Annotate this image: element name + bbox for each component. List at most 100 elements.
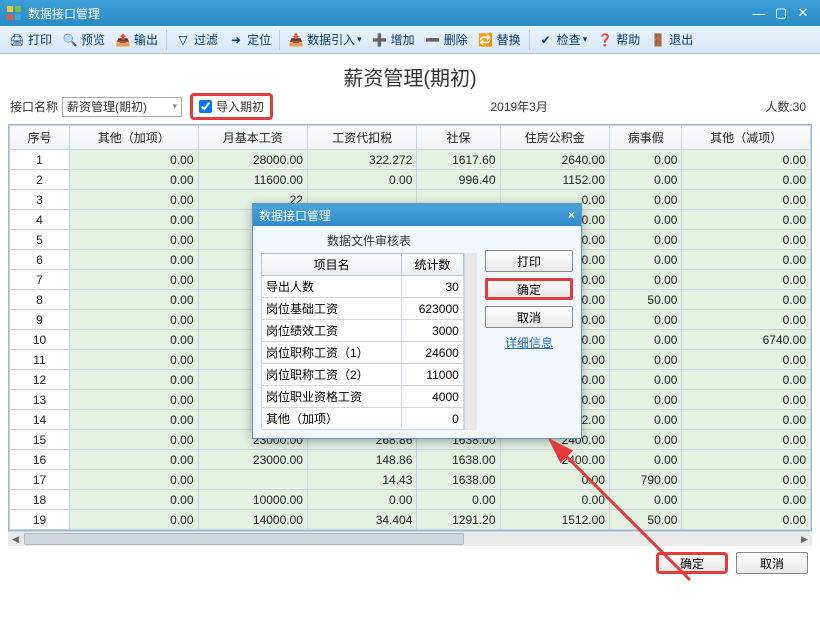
cell[interactable]: 0.00 [609, 450, 681, 470]
cell[interactable]: 0.00 [682, 510, 811, 530]
cell[interactable]: 0.00 [682, 290, 811, 310]
cell[interactable]: 0.00 [70, 270, 199, 290]
col-header[interactable]: 工资代扣税 [307, 126, 416, 150]
cell[interactable]: 0.00 [609, 250, 681, 270]
cell[interactable]: 0.00 [609, 430, 681, 450]
cell[interactable]: 50.00 [609, 290, 681, 310]
cell[interactable]: 28000.00 [198, 150, 307, 170]
cell[interactable]: 50.00 [609, 510, 681, 530]
footer-cancel-button[interactable]: 取消 [736, 552, 808, 574]
close-button[interactable]: ✕ [792, 4, 814, 22]
dialog-print-button[interactable]: 打印 [485, 250, 573, 272]
cell[interactable]: 0.00 [682, 450, 811, 470]
locate-button[interactable]: ➜定位 [223, 28, 276, 52]
cell[interactable]: 0.00 [609, 210, 681, 230]
col-header[interactable]: 其他（加项） [70, 126, 199, 150]
cell[interactable]: 0.00 [70, 150, 199, 170]
cell[interactable]: 0.00 [70, 330, 199, 350]
cell[interactable]: 10 [10, 330, 70, 350]
cell[interactable]: 1 [10, 150, 70, 170]
scroll-left-button[interactable]: ◀ [8, 532, 23, 547]
col-header[interactable]: 病事假 [609, 126, 681, 150]
cell[interactable]: 0.00 [682, 210, 811, 230]
scroll-right-button[interactable]: ▶ [797, 532, 812, 547]
cell[interactable]: 0.00 [609, 170, 681, 190]
cell[interactable]: 0.00 [500, 490, 609, 510]
dialog-close-button[interactable]: × [568, 208, 575, 222]
dialog-scrollbar[interactable] [464, 253, 477, 430]
cell[interactable]: 0.00 [609, 390, 681, 410]
cell[interactable]: 14 [10, 410, 70, 430]
cell[interactable]: 0.00 [682, 310, 811, 330]
cell[interactable]: 0.00 [682, 410, 811, 430]
cell[interactable]: 9 [10, 310, 70, 330]
cell[interactable]: 0.00 [682, 490, 811, 510]
cell[interactable]: 0.00 [682, 370, 811, 390]
import-initial-checkbox[interactable]: 导入期初 [190, 93, 273, 120]
cell[interactable]: 0.00 [70, 230, 199, 250]
print-button[interactable]: 🖨打印 [4, 28, 57, 52]
cell[interactable]: 0.00 [682, 430, 811, 450]
col-header[interactable]: 月基本工资 [198, 126, 307, 150]
cell[interactable]: 790.00 [609, 470, 681, 490]
cell[interactable]: 1638.00 [417, 470, 500, 490]
cell[interactable]: 1512.00 [500, 510, 609, 530]
cell[interactable]: 0.00 [682, 250, 811, 270]
add-button[interactable]: ➕增加 [367, 28, 420, 52]
cell[interactable]: 17 [10, 470, 70, 490]
cell[interactable]: 0.00 [70, 490, 199, 510]
footer-ok-button[interactable]: 确定 [656, 552, 728, 574]
horizontal-scrollbar[interactable]: ◀ ▶ [8, 531, 812, 546]
table-row[interactable]: 20.0011600.000.00996.401152.000.000.00 [10, 170, 811, 190]
dialog-cancel-button[interactable]: 取消 [485, 306, 573, 328]
preview-button[interactable]: 🔍预览 [57, 28, 110, 52]
cell[interactable]: 0.00 [70, 430, 199, 450]
cell[interactable]: 0.00 [609, 370, 681, 390]
table-row[interactable]: 190.0014000.0034.4041291.201512.0050.000… [10, 510, 811, 530]
scroll-thumb[interactable] [24, 533, 464, 545]
cell[interactable]: 12 [10, 370, 70, 390]
cell[interactable]: 0.00 [609, 330, 681, 350]
cell[interactable]: 6 [10, 250, 70, 270]
filter-button[interactable]: ▽过滤 [170, 28, 223, 52]
export-button[interactable]: 📤输出 [110, 28, 163, 52]
cell[interactable]: 322.272 [307, 150, 416, 170]
dialog-ok-button[interactable]: 确定 [485, 278, 573, 300]
cell[interactable]: 0.00 [682, 190, 811, 210]
table-row[interactable]: 160.0023000.00148.861638.002400.000.000.… [10, 450, 811, 470]
cell[interactable] [198, 470, 307, 490]
dialog-detail-link[interactable]: 详细信息 [485, 334, 573, 351]
cell[interactable]: 2400.00 [500, 450, 609, 470]
cell[interactable]: 0.00 [609, 150, 681, 170]
cell[interactable]: 8 [10, 290, 70, 310]
exit-button[interactable]: 🚪退出 [645, 28, 698, 52]
table-row[interactable]: 10.0028000.00322.2721617.602640.000.000.… [10, 150, 811, 170]
cell[interactable]: 0.00 [70, 190, 199, 210]
cell[interactable]: 0.00 [682, 230, 811, 250]
cell[interactable]: 1638.00 [417, 450, 500, 470]
col-header[interactable]: 序号 [10, 126, 70, 150]
replace-button[interactable]: 🔁替换 [473, 28, 526, 52]
cell[interactable]: 19 [10, 510, 70, 530]
cell[interactable]: 16 [10, 450, 70, 470]
cell[interactable]: 3 [10, 190, 70, 210]
cell[interactable]: 4 [10, 210, 70, 230]
cell[interactable]: 13 [10, 390, 70, 410]
cell[interactable]: 2 [10, 170, 70, 190]
cell[interactable]: 0.00 [609, 490, 681, 510]
cell[interactable]: 0.00 [70, 210, 199, 230]
cell[interactable]: 1291.20 [417, 510, 500, 530]
cell[interactable]: 0.00 [682, 270, 811, 290]
cell[interactable]: 996.40 [417, 170, 500, 190]
cell[interactable]: 0.00 [70, 350, 199, 370]
cell[interactable]: 0.00 [70, 250, 199, 270]
cell[interactable]: 11 [10, 350, 70, 370]
delete-button[interactable]: ➖删除 [420, 28, 473, 52]
cell[interactable]: 11600.00 [198, 170, 307, 190]
import-initial-input[interactable] [199, 100, 212, 113]
cell[interactable]: 0.00 [70, 290, 199, 310]
cell[interactable]: 0.00 [609, 190, 681, 210]
cell[interactable]: 1152.00 [500, 170, 609, 190]
cell[interactable]: 18 [10, 490, 70, 510]
cell[interactable]: 0.00 [682, 470, 811, 490]
